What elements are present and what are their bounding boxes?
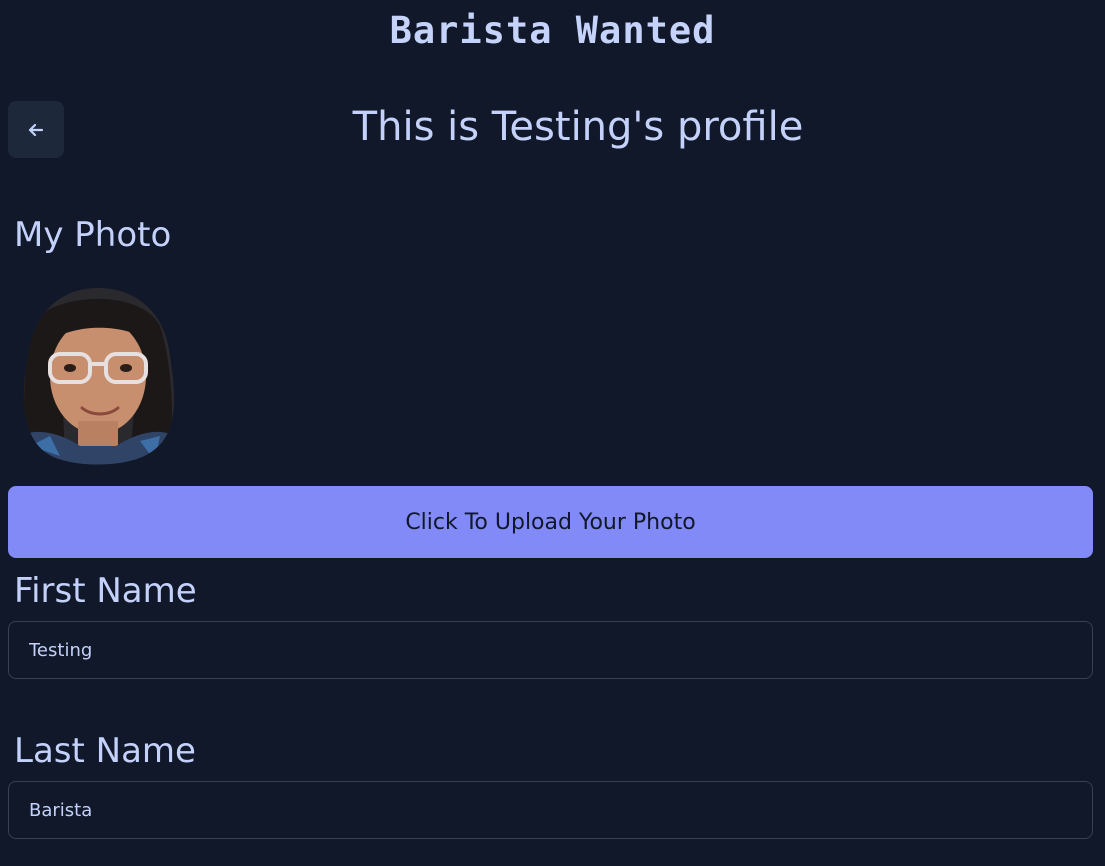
last-name-field[interactable] — [8, 781, 1093, 839]
profile-photo — [23, 288, 175, 465]
back-button[interactable] — [8, 101, 64, 158]
page-title: This is Testing's profile — [352, 104, 804, 150]
arrow-left-icon — [27, 121, 45, 139]
photo-section-label: My Photo — [14, 215, 172, 255]
first-name-field[interactable] — [8, 621, 1093, 679]
app-title: Barista Wanted — [389, 9, 716, 52]
upload-photo-button[interactable]: Click To Upload Your Photo — [8, 486, 1093, 558]
first-name-label: First Name — [14, 571, 197, 611]
last-name-label: Last Name — [14, 731, 196, 771]
